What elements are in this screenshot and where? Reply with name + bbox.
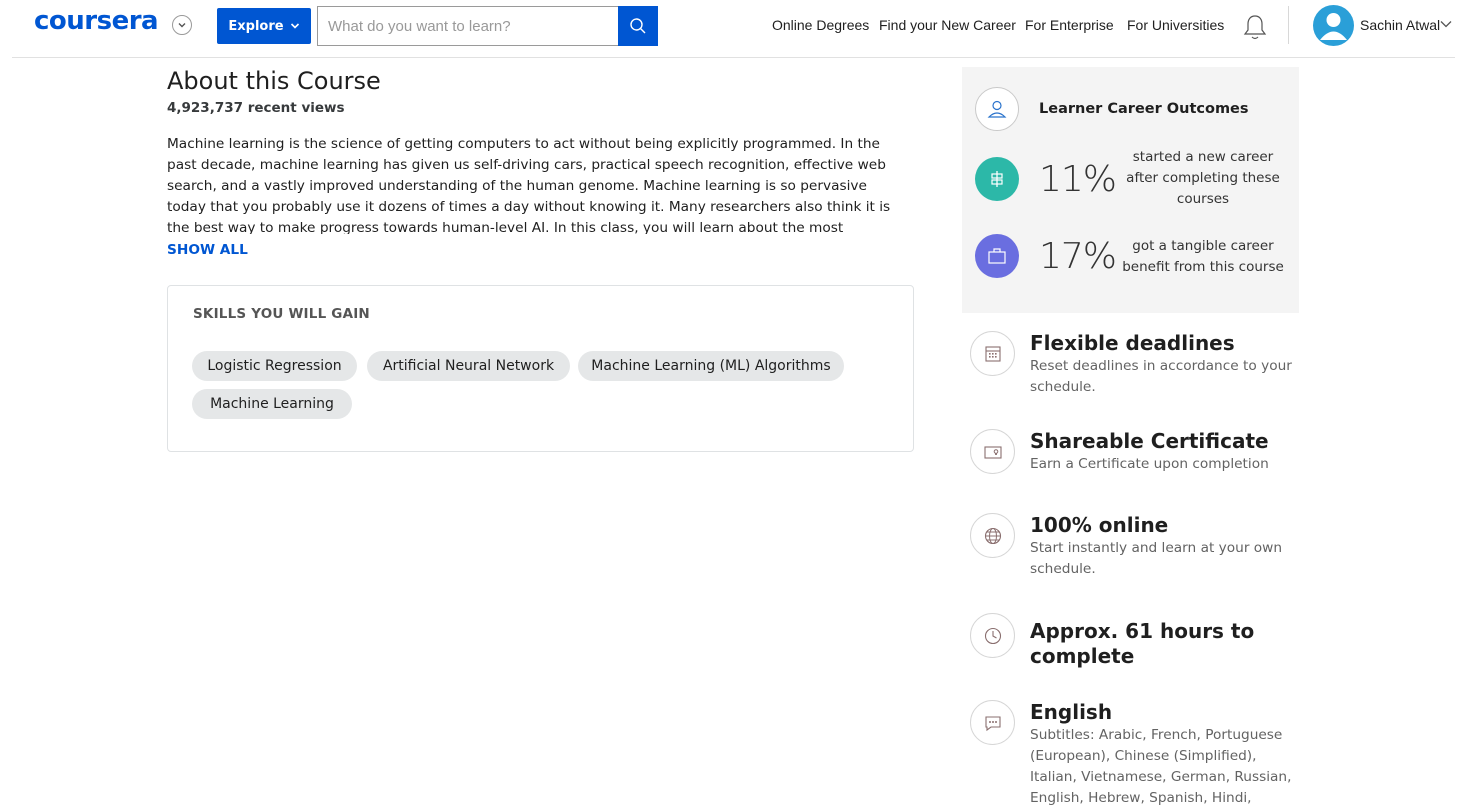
skill-chip[interactable]: Logistic Regression bbox=[192, 351, 357, 381]
outcome-desc: started a new career after completing th… bbox=[1126, 149, 1280, 207]
feature-title: English bbox=[1030, 700, 1113, 724]
chevron-down-icon bbox=[290, 23, 299, 29]
briefcase-icon bbox=[975, 234, 1019, 278]
feature-title: Shareable Certificate bbox=[1030, 429, 1269, 453]
calendar-icon bbox=[970, 331, 1015, 376]
avatar[interactable] bbox=[1313, 5, 1354, 46]
outcome-percent: 17% bbox=[1039, 236, 1117, 277]
outcome-percent: 11% bbox=[1039, 159, 1117, 200]
course-description: Machine learning is the science of getti… bbox=[167, 136, 891, 234]
feature-online: 100% online Start instantly and learn at… bbox=[970, 513, 1300, 583]
search-icon bbox=[630, 18, 646, 34]
coursera-logo[interactable]: coursera bbox=[34, 6, 159, 36]
feature-desc: Earn a Certificate upon completion bbox=[1030, 456, 1269, 472]
skills-panel: SKILLS YOU WILL GAIN Logistic Regression… bbox=[167, 285, 914, 452]
clock-icon bbox=[970, 613, 1015, 658]
person-icon bbox=[975, 87, 1019, 131]
feature-desc: Reset deadlines in accordance to your sc… bbox=[1030, 358, 1292, 395]
outcomes-title: Learner Career Outcomes bbox=[1039, 101, 1249, 117]
skill-chip[interactable]: Machine Learning bbox=[192, 389, 352, 419]
skill-chip[interactable]: Artificial Neural Network bbox=[367, 351, 570, 381]
outcome-desc: got a tangible career benefit from this … bbox=[1122, 238, 1284, 275]
explore-button[interactable]: Explore bbox=[217, 8, 311, 44]
top-nav: coursera Explore Online Degrees Find you… bbox=[0, 0, 1462, 58]
chat-icon bbox=[970, 700, 1015, 745]
divider bbox=[1288, 6, 1289, 44]
feature-language: English Subtitles: Arabic, French, Portu… bbox=[970, 700, 1300, 808]
nav-for-enterprise[interactable]: For Enterprise bbox=[1025, 17, 1114, 33]
feature-certificate: Shareable Certificate Earn a Certificate… bbox=[970, 429, 1300, 479]
feature-desc: Subtitles: Arabic, French, Portuguese (E… bbox=[1030, 727, 1292, 806]
nav-for-universities[interactable]: For Universities bbox=[1127, 17, 1224, 33]
feature-flexible-deadlines: Flexible deadlines Reset deadlines in ac… bbox=[970, 331, 1300, 401]
signpost-icon bbox=[975, 157, 1019, 201]
nav-find-career[interactable]: Find your New Career bbox=[879, 17, 1016, 33]
search-button[interactable] bbox=[618, 6, 658, 46]
certificate-icon bbox=[970, 429, 1015, 474]
chevron-down-icon[interactable] bbox=[1439, 19, 1453, 29]
nav-online-degrees[interactable]: Online Degrees bbox=[772, 17, 869, 33]
feature-title: 100% online bbox=[1030, 513, 1169, 537]
career-outcomes-panel: Learner Career Outcomes 11% started a ne… bbox=[962, 67, 1299, 313]
recent-views: 4,923,737 recent views bbox=[167, 100, 345, 116]
feature-title: Approx. 61 hours to complete bbox=[1030, 619, 1255, 668]
globe-icon bbox=[970, 513, 1015, 558]
feature-title: Flexible deadlines bbox=[1030, 331, 1235, 355]
explore-label: Explore bbox=[228, 18, 284, 34]
header-divider bbox=[12, 57, 1455, 58]
skills-title: SKILLS YOU WILL GAIN bbox=[193, 306, 370, 322]
feature-duration: Approx. 61 hours to complete bbox=[970, 613, 1300, 674]
skill-chip[interactable]: Machine Learning (ML) Algorithms bbox=[578, 351, 844, 381]
feature-desc: Start instantly and learn at your own sc… bbox=[1030, 540, 1283, 577]
bell-icon[interactable] bbox=[1241, 12, 1269, 42]
chevron-down-icon[interactable] bbox=[172, 15, 192, 35]
page-title: About this Course bbox=[167, 67, 381, 95]
search-input[interactable] bbox=[317, 6, 619, 46]
user-name[interactable]: Sachin Atwal bbox=[1360, 17, 1440, 33]
show-all-link[interactable]: SHOW ALL bbox=[167, 242, 248, 258]
